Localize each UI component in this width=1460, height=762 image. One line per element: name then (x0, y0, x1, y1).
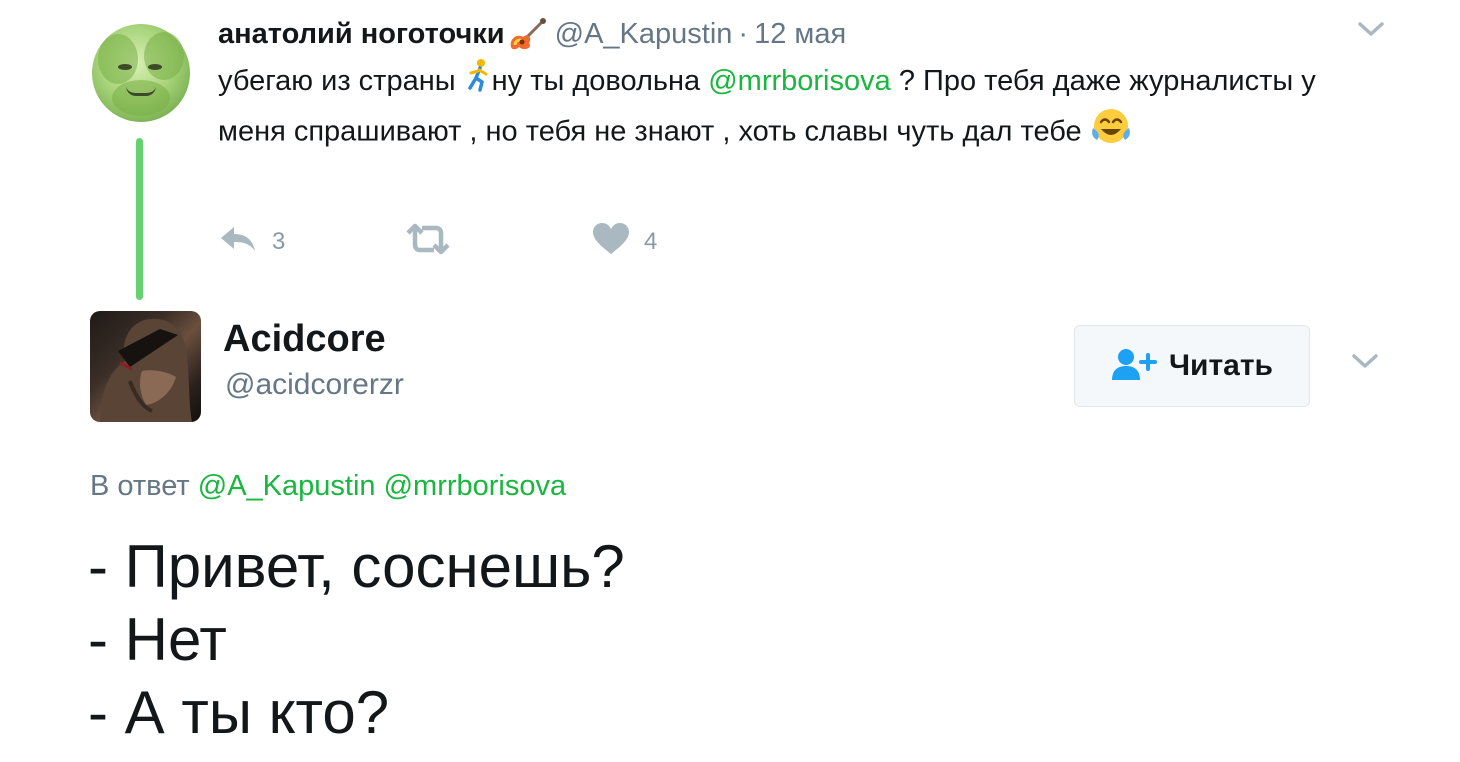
chevron-down-icon[interactable] (1356, 14, 1386, 44)
tweet-text: убегаю из страны ну ты довольна @mrrbori… (218, 58, 1358, 160)
mention-link[interactable]: @mrrborisova (708, 65, 891, 97)
reply-button[interactable]: 3 (218, 220, 285, 264)
tweet-text-part: убегаю из страны (218, 65, 464, 97)
like-button[interactable]: 4 (592, 220, 657, 264)
mention-link[interactable]: @A_Kapustin (198, 470, 376, 502)
heart-icon (592, 222, 630, 263)
like-count: 4 (644, 228, 658, 255)
tweet-date[interactable]: 12 мая (754, 18, 846, 51)
mention-link[interactable]: @mrrborisova (384, 470, 567, 502)
author-name[interactable]: анатолий ноготочки (218, 18, 505, 51)
tweet-header: анатолий ноготочки @A_Kapustin · 12 мая (218, 14, 846, 54)
separator-dot: · (738, 17, 749, 50)
tweet-text-line: - А ты кто? (88, 679, 390, 746)
retweet-button[interactable] (404, 220, 466, 264)
reply-context: В ответ @A_Kapustin @mrrborisova (90, 470, 566, 503)
tweet-text-part: ну ты довольна (491, 65, 709, 97)
reply-count: 3 (272, 228, 286, 255)
avatar[interactable] (92, 24, 190, 122)
follow-button-label: Читать (1168, 349, 1274, 382)
thread-line (136, 138, 143, 300)
add-user-icon (1111, 347, 1157, 386)
author-name[interactable]: Acidcore (223, 318, 386, 361)
guitar-icon (507, 17, 547, 51)
author-handle[interactable]: @acidcorerzr (225, 368, 404, 402)
tweet-text-line: - Привет, соснешь? (88, 533, 625, 600)
tweet-text: - Привет, соснешь? - Нет - А ты кто? (88, 530, 625, 749)
tears-of-joy-icon (1090, 106, 1132, 160)
follow-button[interactable]: Читать (1074, 325, 1310, 407)
chevron-down-icon[interactable] (1350, 346, 1380, 376)
retweet-icon (404, 223, 452, 262)
running-person-icon (464, 58, 492, 106)
tweet-text-line: - Нет (88, 606, 227, 673)
avatar[interactable] (90, 311, 201, 422)
author-handle[interactable]: @A_Kapustin (555, 18, 733, 51)
reply-prefix: В ответ (90, 470, 190, 502)
reply-icon (218, 223, 258, 262)
